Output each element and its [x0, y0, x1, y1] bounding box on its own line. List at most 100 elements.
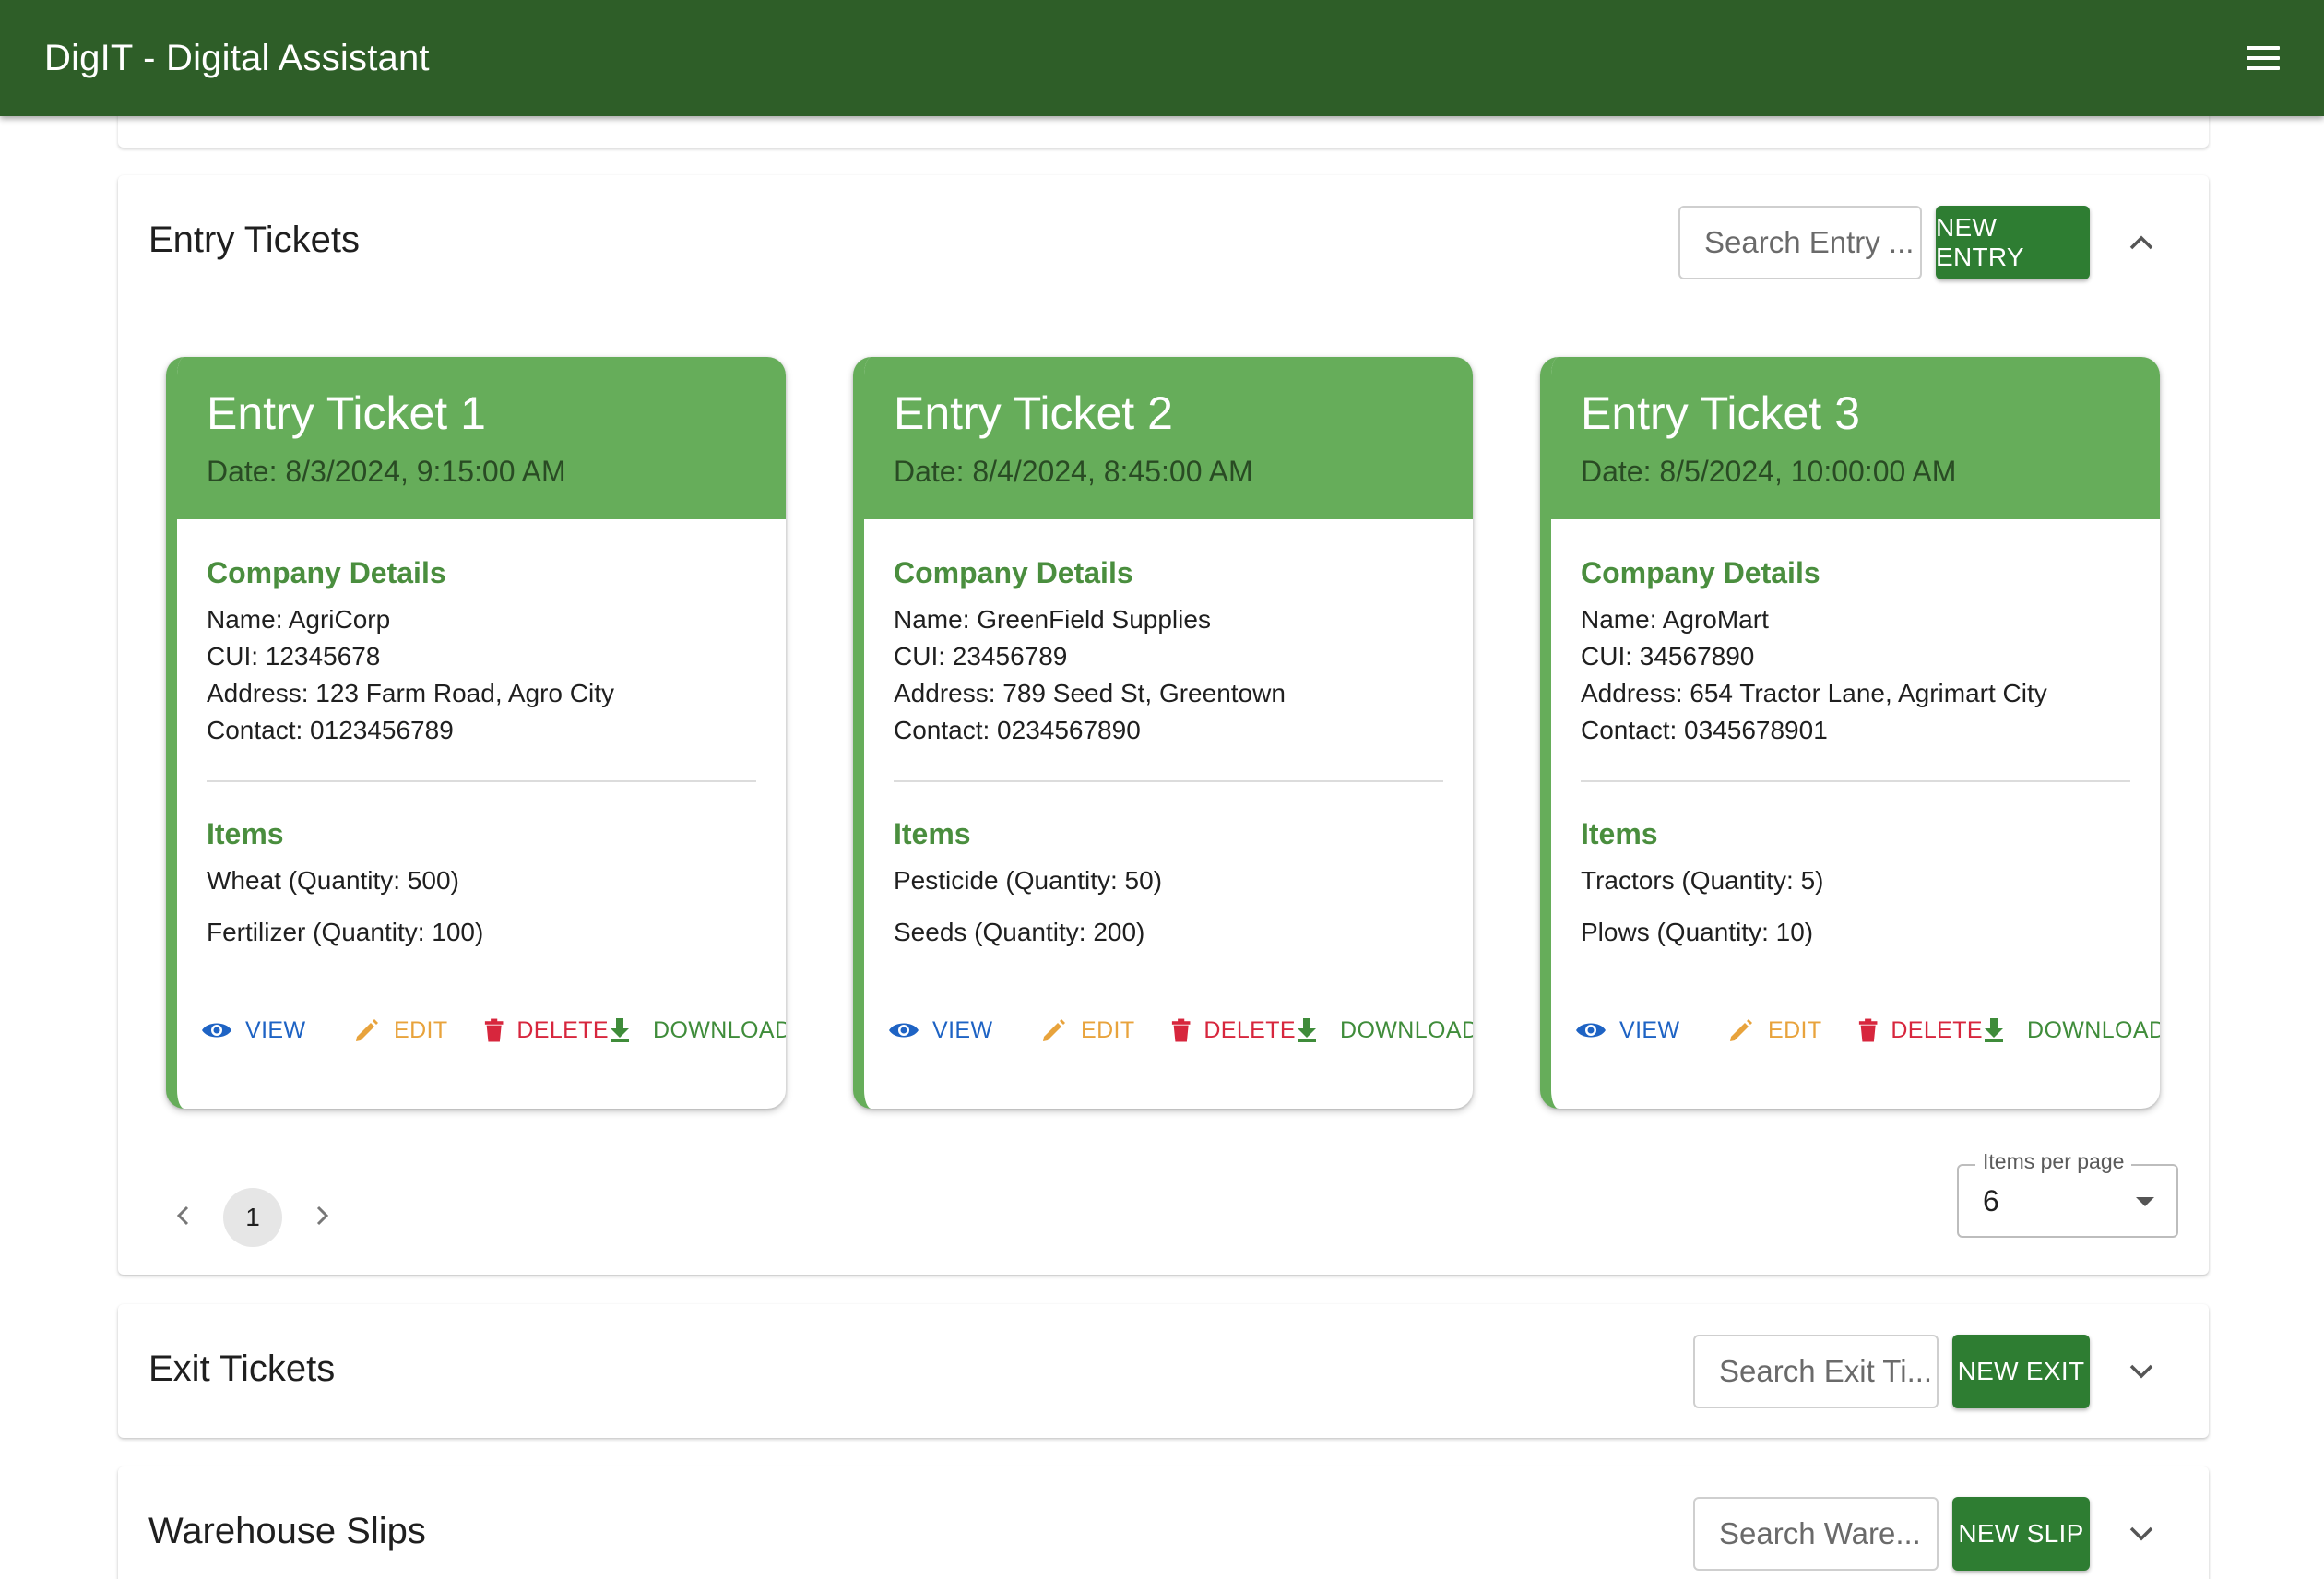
edit-button[interactable]: EDIT	[1040, 1016, 1171, 1044]
ticket-date: Date: 8/4/2024, 8:45:00 AM	[894, 455, 1253, 488]
divider	[207, 780, 756, 782]
item-row: Plows (Quantity: 10)	[1581, 918, 1814, 946]
entry-ticket-card: Entry Ticket 1 Date: 8/3/2024, 9:15:00 A…	[166, 357, 786, 1109]
edit-button[interactable]: EDIT	[353, 1016, 484, 1044]
items-heading: Items	[894, 817, 971, 850]
company-address: Address: 123 Farm Road, Agro City	[207, 679, 614, 707]
exit-tickets-panel: Exit Tickets Search Exit Ti... NEW EXIT	[118, 1304, 2209, 1438]
entry-search-input[interactable]: Search Entry ...	[1678, 206, 1922, 279]
ticket-title: Entry Ticket 3	[1581, 387, 1860, 439]
warehouse-slips-title: Warehouse Slips	[148, 1511, 426, 1551]
trash-icon	[1858, 1018, 1878, 1042]
card-header: Entry Ticket 3 Date: 8/5/2024, 10:00:00 …	[1551, 357, 2160, 519]
pencil-icon	[356, 1019, 378, 1041]
delete-label: DELETE	[1891, 1016, 1983, 1043]
ticket-title: Entry Ticket 1	[207, 387, 486, 439]
download-button[interactable]: DOWNLOAD	[1296, 1017, 1473, 1044]
item-row: Pesticide (Quantity: 50)	[894, 866, 1163, 895]
items-per-page-select[interactable]: Items per page 6	[1957, 1149, 2178, 1238]
company-name: Name: GreenField Supplies	[894, 605, 1211, 634]
new-exit-button[interactable]: NEW EXIT	[1952, 1335, 2090, 1408]
view-button[interactable]: VIEW	[1575, 1017, 1727, 1044]
company-name: Name: AgroMart	[1581, 605, 1769, 634]
trash-icon	[1171, 1018, 1191, 1042]
chevron-left-icon[interactable]	[166, 1199, 199, 1232]
item-row: Tractors (Quantity: 5)	[1581, 866, 1824, 895]
item-row: Fertilizer (Quantity: 100)	[207, 918, 484, 946]
company-details-heading: Company Details	[207, 556, 446, 589]
company-cui: CUI: 34567890	[1581, 642, 1755, 671]
edit-label: EDIT	[394, 1016, 448, 1043]
company-address: Address: 654 Tractor Lane, Agrimart City	[1581, 679, 2047, 707]
delete-label: DELETE	[1204, 1016, 1296, 1043]
chevron-down-icon[interactable]	[2123, 1353, 2160, 1390]
item-row: Seeds (Quantity: 200)	[894, 918, 1145, 946]
delete-button[interactable]: DELETE	[484, 1016, 609, 1044]
chevron-right-icon[interactable]	[306, 1199, 339, 1232]
download-icon	[1298, 1018, 1316, 1042]
delete-button[interactable]: DELETE	[1171, 1016, 1296, 1044]
pencil-icon	[1730, 1019, 1752, 1041]
eye-icon	[202, 1023, 231, 1038]
entry-ticket-card: Entry Ticket 3 Date: 8/5/2024, 10:00:00 …	[1540, 357, 2160, 1109]
pencil-icon	[1043, 1019, 1065, 1041]
company-details-heading: Company Details	[894, 556, 1133, 589]
items-heading: Items	[207, 817, 284, 850]
items-per-page-value: 6	[1983, 1184, 1999, 1217]
delete-label: DELETE	[516, 1016, 609, 1043]
view-button[interactable]: VIEW	[201, 1017, 353, 1044]
divider	[1581, 780, 2130, 782]
new-entry-button[interactable]: NEW ENTRY	[1936, 206, 2090, 279]
ticket-title: Entry Ticket 2	[894, 387, 1173, 439]
menu-icon[interactable]	[2247, 46, 2280, 70]
items-per-page-label: Items per page	[1975, 1149, 2132, 1174]
exit-tickets-title: Exit Tickets	[148, 1348, 336, 1389]
items-heading: Items	[1581, 817, 1658, 850]
company-contact: Contact: 0234567890	[894, 716, 1141, 744]
download-icon	[611, 1018, 629, 1042]
company-cui: CUI: 23456789	[894, 642, 1068, 671]
view-label: VIEW	[245, 1016, 306, 1043]
entry-tickets-title: Entry Tickets	[148, 220, 360, 260]
view-label: VIEW	[1619, 1016, 1680, 1043]
chevron-up-icon[interactable]	[2123, 224, 2160, 261]
edit-label: EDIT	[1081, 1016, 1135, 1043]
view-label: VIEW	[932, 1016, 993, 1043]
exit-search-input[interactable]: Search Exit Ti...	[1693, 1335, 1939, 1408]
download-button[interactable]: DOWNLOAD	[609, 1017, 786, 1044]
card-header: Entry Ticket 1 Date: 8/3/2024, 9:15:00 A…	[177, 357, 786, 519]
entry-tickets-header: Entry Tickets Search Entry ... NEW ENTRY	[118, 175, 2209, 309]
ticket-date: Date: 8/3/2024, 9:15:00 AM	[207, 455, 566, 488]
divider	[894, 780, 1443, 782]
warehouse-slips-panel: Warehouse Slips Search Ware... NEW SLIP	[118, 1466, 2209, 1579]
app-title: DigIT - Digital Assistant	[44, 37, 430, 78]
download-label: DOWNLOAD	[653, 1016, 786, 1043]
item-row: Wheat (Quantity: 500)	[207, 866, 459, 895]
download-button[interactable]: DOWNLOAD	[1983, 1017, 2160, 1044]
download-icon	[1985, 1018, 2003, 1042]
chevron-down-icon[interactable]	[2123, 1515, 2160, 1552]
app-bar: DigIT - Digital Assistant	[0, 0, 2324, 116]
eye-icon	[889, 1023, 919, 1038]
card-header: Entry Ticket 2 Date: 8/4/2024, 8:45:00 A…	[864, 357, 1473, 519]
delete-button[interactable]: DELETE	[1858, 1016, 1983, 1044]
trash-icon	[484, 1018, 504, 1042]
entry-ticket-card: Entry Ticket 2 Date: 8/4/2024, 8:45:00 A…	[853, 357, 1473, 1109]
download-label: DOWNLOAD	[2027, 1016, 2160, 1043]
download-label: DOWNLOAD	[1340, 1016, 1473, 1043]
view-button[interactable]: VIEW	[888, 1017, 1040, 1044]
eye-icon	[1576, 1023, 1606, 1038]
company-details-heading: Company Details	[1581, 556, 1820, 589]
company-name: Name: AgriCorp	[207, 605, 391, 634]
new-slip-button[interactable]: NEW SLIP	[1952, 1497, 2090, 1571]
edit-button[interactable]: EDIT	[1727, 1016, 1858, 1044]
company-cui: CUI: 12345678	[207, 642, 381, 671]
page-number-button[interactable]: 1	[223, 1188, 282, 1247]
company-address: Address: 789 Seed St, Greentown	[894, 679, 1286, 707]
dropdown-arrow-icon	[2136, 1197, 2154, 1206]
company-contact: Contact: 0123456789	[207, 716, 454, 744]
warehouse-search-input[interactable]: Search Ware...	[1693, 1497, 1939, 1571]
ticket-date: Date: 8/5/2024, 10:00:00 AM	[1581, 455, 1957, 488]
edit-label: EDIT	[1768, 1016, 1822, 1043]
company-contact: Contact: 0345678901	[1581, 716, 1828, 744]
